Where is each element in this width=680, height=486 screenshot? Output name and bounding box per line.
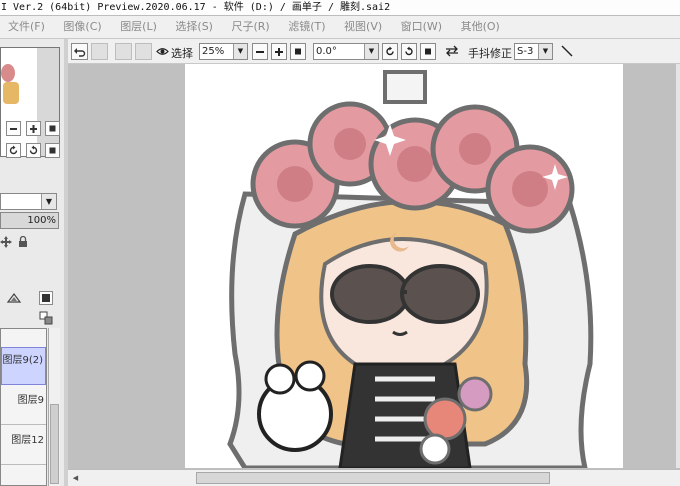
move-layer-icon[interactable]: [0, 236, 12, 251]
layer-name: 图层9: [17, 395, 44, 406]
canvas-horizontal-scrollbar[interactable]: ◀: [68, 469, 680, 486]
stabilizer-select[interactable]: S-3 ▼: [514, 43, 553, 60]
rotate-right-button[interactable]: [401, 43, 417, 60]
flip-horizontal-icon[interactable]: [445, 45, 459, 60]
window-title: I Ver.2 (64bit) Preview.2020.06.17 - 软件 …: [1, 2, 391, 13]
rotate-left-button[interactable]: [382, 43, 398, 60]
layer-effect-icon[interactable]: [6, 292, 22, 309]
selection-label: 选择: [171, 47, 193, 60]
canvas-vertical-scrollbar[interactable]: [676, 64, 680, 468]
rotation-value: 0.0°: [316, 46, 337, 57]
rotate-right-icon: [405, 46, 413, 56]
zoom-in-button[interactable]: [271, 43, 287, 60]
zoom-in-button[interactable]: [26, 121, 41, 136]
square-icon: [295, 48, 301, 55]
menu-bar: 文件(F) 图像(C) 图层(L) 选择(S) 尺子(R) 滤镜(T) 视图(V…: [0, 16, 680, 39]
layer-item[interactable]: 图层12: [1, 427, 46, 465]
layer-list-scrollbar[interactable]: [48, 328, 60, 486]
zoom-reset-button[interactable]: [45, 121, 60, 136]
rotate-right-icon: [29, 145, 38, 155]
chevron-down-icon: ▼: [364, 44, 378, 59]
layer-list: 图层9(2) 图层9 图层12: [0, 328, 47, 486]
scroll-left-icon[interactable]: ◀: [70, 472, 81, 484]
layer-name: 图层12: [11, 435, 44, 446]
redo-button[interactable]: [91, 43, 108, 60]
menu-file[interactable]: 文件(F): [8, 16, 45, 38]
chevron-down-icon: ▼: [41, 194, 56, 209]
plus-icon: [275, 48, 283, 56]
rotate-right-button[interactable]: [26, 143, 41, 158]
menu-layer[interactable]: 图层(L): [120, 16, 157, 38]
merge-layer-icon[interactable]: [39, 311, 54, 328]
chevron-down-icon: ▼: [233, 44, 247, 59]
zoom-out-button[interactable]: [6, 121, 21, 136]
undo-icon: [74, 48, 86, 57]
rotate-left-icon: [9, 145, 18, 155]
navigator-preview[interactable]: [0, 47, 60, 157]
navigator-flower: [1, 64, 15, 82]
artwork-illustration: [227, 70, 594, 468]
square-icon: [425, 48, 431, 55]
rotation-reset-button[interactable]: [45, 143, 60, 158]
layer-opacity-value: 100%: [27, 215, 56, 226]
zoom-out-button[interactable]: [252, 43, 268, 60]
left-panel: ▼ 100% 图层9(2) 图层9 图层12: [0, 39, 65, 486]
square-icon: [42, 294, 50, 302]
line-tool-icon[interactable]: [560, 44, 574, 61]
canvas-toolbar: 选择 25% ▼ 0.0° ▼ 手抖修正 S-3 ▼: [68, 39, 680, 64]
stabilizer-value: S-3: [517, 46, 534, 57]
undo-button[interactable]: [71, 43, 88, 60]
invert-selection-button[interactable]: [135, 43, 152, 60]
menu-ruler[interactable]: 尺子(R): [231, 16, 269, 38]
zoom-value: 25%: [202, 46, 225, 57]
plus-icon: [30, 125, 37, 133]
menu-view[interactable]: 视图(V): [344, 16, 382, 38]
square-icon: [49, 147, 56, 154]
blend-mode-select[interactable]: ▼: [0, 193, 57, 210]
rotate-left-button[interactable]: [6, 143, 21, 158]
navigator-thumbnail: [1, 48, 37, 156]
lock-icon[interactable]: [17, 235, 29, 251]
menu-window[interactable]: 窗口(W): [401, 16, 442, 38]
navigator-figure: [3, 82, 19, 104]
layer-name: 图层9(2): [2, 355, 43, 366]
scrollbar-thumb[interactable]: [196, 472, 550, 484]
rotation-select[interactable]: 0.0° ▼: [313, 43, 379, 60]
square-icon: [49, 125, 56, 132]
rotation-reset-button[interactable]: [420, 43, 436, 60]
chevron-down-icon: ▼: [538, 44, 552, 59]
zoom-reset-button[interactable]: [290, 43, 306, 60]
canvas-workspace: [68, 64, 680, 468]
layer-item[interactable]: 图层9: [1, 387, 46, 425]
minus-icon: [256, 51, 264, 53]
new-layer-button[interactable]: [39, 291, 53, 305]
menu-image[interactable]: 图像(C): [63, 16, 101, 38]
zoom-select[interactable]: 25% ▼: [199, 43, 248, 60]
menu-other[interactable]: 其他(O): [461, 16, 500, 38]
rotate-left-icon: [386, 46, 394, 56]
drawing-canvas[interactable]: [185, 64, 623, 468]
window-title-bar: I Ver.2 (64bit) Preview.2020.06.17 - 软件 …: [0, 0, 680, 16]
minus-icon: [10, 128, 17, 130]
scrollbar-thumb[interactable]: [50, 404, 59, 484]
menu-select[interactable]: 选择(S): [175, 16, 213, 38]
layer-opacity-slider[interactable]: 100%: [0, 212, 59, 229]
menu-filter[interactable]: 滤镜(T): [288, 16, 325, 38]
layer-item[interactable]: 图层9(2): [1, 347, 46, 385]
stabilizer-label: 手抖修正: [468, 47, 512, 60]
deselect-button[interactable]: [115, 43, 132, 60]
eye-icon[interactable]: [156, 46, 169, 60]
